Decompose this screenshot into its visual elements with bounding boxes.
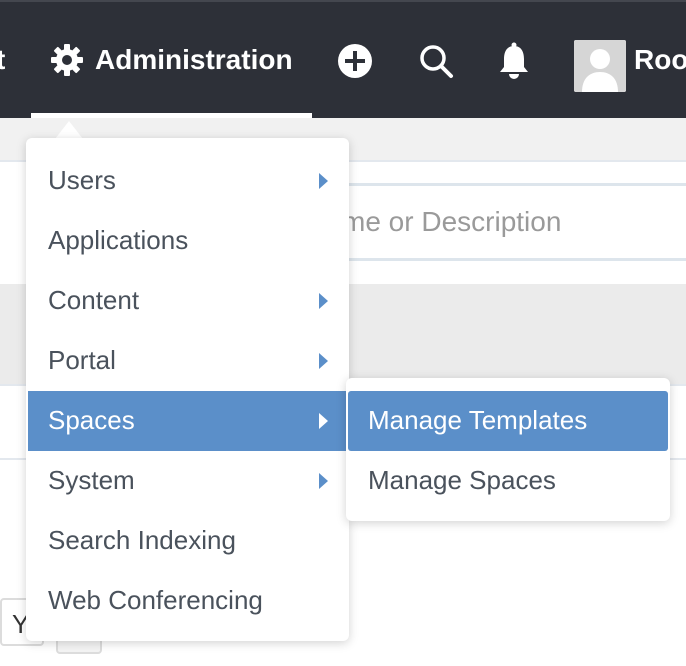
dropdown-caret bbox=[55, 121, 83, 139]
plus-circle-icon[interactable] bbox=[337, 43, 373, 79]
administration-tab[interactable]: Administration bbox=[31, 0, 312, 118]
submenu-item-manage-spaces[interactable]: Manage Spaces bbox=[348, 451, 668, 511]
administration-dropdown-menu: Users Applications Content Portal Spaces… bbox=[26, 138, 349, 641]
search-icon[interactable] bbox=[418, 43, 454, 79]
user-avatar[interactable] bbox=[574, 40, 626, 92]
submenu-item-label: Manage Templates bbox=[368, 405, 588, 435]
menu-item-label: Content bbox=[48, 285, 140, 315]
bell-icon[interactable] bbox=[496, 42, 532, 80]
menu-item-label: System bbox=[48, 465, 135, 495]
caret-right-icon bbox=[319, 473, 328, 489]
menu-item-applications[interactable]: Applications bbox=[28, 211, 346, 271]
menu-item-label: Users bbox=[48, 165, 116, 195]
menu-item-label: Search Indexing bbox=[48, 525, 236, 555]
menu-item-portal[interactable]: Portal bbox=[28, 331, 346, 391]
caret-right-icon bbox=[319, 413, 328, 429]
avatar-placeholder-icon bbox=[574, 40, 626, 92]
submenu-item-manage-templates[interactable]: Manage Templates bbox=[348, 391, 668, 451]
submenu-item-label: Manage Spaces bbox=[368, 465, 556, 495]
caret-right-icon bbox=[319, 293, 328, 309]
gear-icon bbox=[51, 44, 83, 76]
menu-item-label: Applications bbox=[48, 225, 189, 255]
menu-item-spaces[interactable]: Spaces bbox=[28, 391, 346, 451]
menu-item-label: Spaces bbox=[48, 405, 135, 435]
administration-label: Administration bbox=[95, 44, 293, 75]
caret-right-icon bbox=[319, 173, 328, 189]
caret-right-icon bbox=[319, 353, 328, 369]
search-placeholder: me or Description bbox=[342, 206, 562, 237]
menu-item-label: Portal bbox=[48, 345, 116, 375]
user-name[interactable]: Roo bbox=[634, 44, 686, 76]
menu-item-system[interactable]: System bbox=[28, 451, 346, 511]
search-input[interactable]: me or Description bbox=[320, 183, 686, 261]
menu-item-content[interactable]: Content bbox=[28, 271, 346, 331]
nav-item-truncated[interactable]: t bbox=[0, 44, 5, 76]
menu-item-web-conferencing[interactable]: Web Conferencing bbox=[28, 571, 346, 631]
menu-item-search-indexing[interactable]: Search Indexing bbox=[28, 511, 346, 571]
top-navigation-bar: t Administration Roo bbox=[0, 0, 686, 118]
menu-item-label: Web Conferencing bbox=[48, 585, 263, 615]
menu-item-users[interactable]: Users bbox=[28, 151, 346, 211]
spaces-submenu: Manage Templates Manage Spaces bbox=[346, 378, 670, 521]
